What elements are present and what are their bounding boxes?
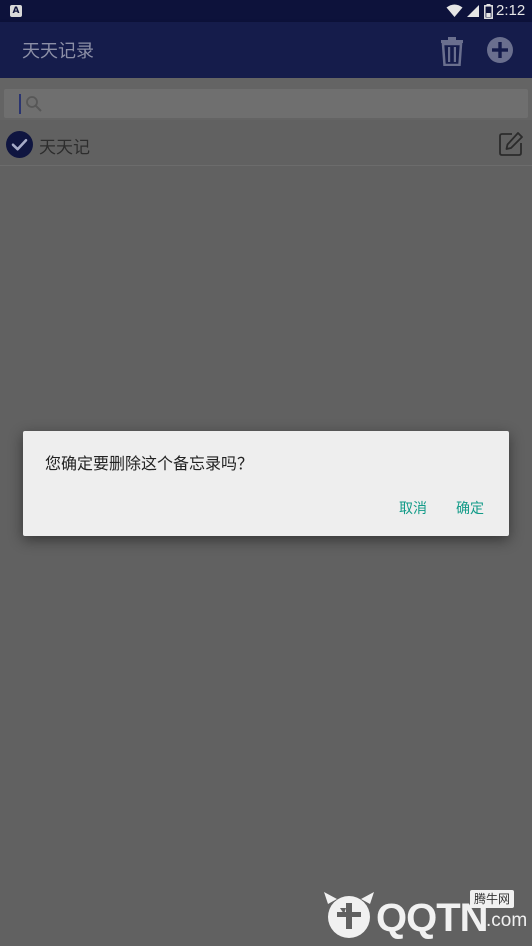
memo-list-item[interactable]: 天天记: [0, 122, 532, 166]
signal-icon: [467, 5, 479, 17]
edit-icon: [499, 132, 523, 156]
confirm-button[interactable]: 确定: [450, 495, 490, 521]
delete-confirm-dialog: 您确定要删除这个备忘录吗？ 取消 确定: [23, 431, 509, 536]
a-notification-icon: A: [10, 5, 22, 17]
wifi-icon: [446, 4, 463, 17]
cancel-button[interactable]: 取消: [393, 495, 433, 521]
watermark-suffix: .com: [486, 910, 528, 931]
memo-checkbox[interactable]: [6, 131, 33, 158]
watermark-badge: 腾牛网: [470, 890, 514, 908]
search-box[interactable]: [4, 89, 528, 118]
search-bar: [0, 78, 532, 120]
status-bar: A 2:12: [0, 0, 532, 22]
memo-title: 天天记: [39, 138, 90, 158]
memo-list: 天天记: [0, 122, 532, 166]
add-circle-icon: [487, 37, 513, 63]
app-bar: 天天记录: [0, 22, 532, 78]
status-time: 2:12: [496, 2, 526, 19]
text-cursor: [19, 94, 21, 114]
delete-button[interactable]: [438, 36, 466, 67]
app-title: 天天记录: [22, 41, 94, 62]
add-memo-button[interactable]: [486, 36, 514, 64]
watermark: QQTN 腾牛网 .com: [322, 888, 528, 942]
dialog-message: 您确定要删除这个备忘录吗？: [45, 454, 254, 473]
battery-icon: [484, 4, 493, 19]
check-icon: [11, 138, 28, 151]
search-icon: [26, 96, 42, 112]
edit-memo-button[interactable]: [498, 131, 524, 157]
qqtn-logo-icon: [324, 892, 374, 938]
search-input[interactable]: [44, 92, 514, 116]
trash-icon: [441, 37, 463, 67]
